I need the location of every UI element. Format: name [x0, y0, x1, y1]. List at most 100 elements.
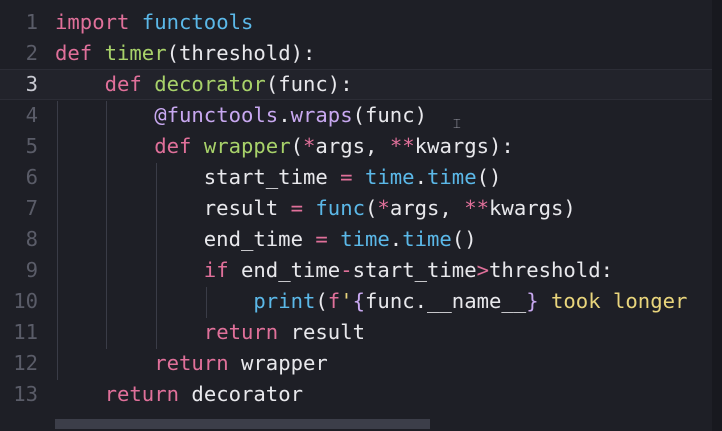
code-token: functools: [129, 10, 254, 34]
code-token: def: [55, 41, 93, 65]
line-number: 13: [13, 382, 38, 406]
line-code: end_time = time.time(): [55, 224, 477, 255]
line-number: 1: [25, 10, 38, 34]
code-token: *: [377, 196, 390, 220]
code-token: print: [253, 289, 316, 313]
code-token: return: [104, 382, 180, 406]
code-token: **: [464, 196, 490, 220]
code-token: import: [55, 10, 130, 34]
code-token: -: [340, 258, 353, 282]
code-token: (threshold):: [166, 41, 316, 65]
line-code: def wrapper(*args, **kwargs):: [55, 131, 514, 162]
code-token: >: [476, 258, 490, 282]
code-token: (): [476, 165, 502, 189]
code-token: *: [303, 134, 316, 158]
code-token: =: [290, 196, 303, 220]
indent-guide: [206, 287, 207, 318]
code-token: def: [104, 72, 142, 96]
line-number: 10: [13, 289, 38, 313]
code-token: wrapper: [203, 134, 291, 158]
code-token: result: [55, 196, 291, 220]
line-code: start_time = time.time(): [55, 162, 502, 193]
code-token: if: [203, 258, 229, 282]
code-token: (func):: [265, 72, 353, 96]
line-number: 2: [25, 41, 38, 65]
code-token: (: [315, 289, 328, 313]
code-token: (): [451, 227, 477, 251]
code-token: decorator: [179, 382, 304, 406]
code-token: wrapper: [228, 351, 328, 375]
code-token: (func): [352, 103, 428, 127]
line-code: print(f'{func.__name__} took longer: [55, 286, 687, 317]
line-number: 4: [25, 103, 38, 127]
text-cursor-icon: ⌶: [453, 117, 461, 132]
code-line[interactable]: 13 return decorator: [0, 379, 712, 410]
code-editor[interactable]: 1 import functools 2 def timer(threshold): 3…: [0, 0, 722, 431]
code-token: kwargs): [489, 196, 576, 220]
line-number: 7: [25, 196, 38, 220]
line-code: def timer(threshold):: [55, 38, 315, 69]
line-number: 11: [13, 320, 38, 344]
code-token: time: [340, 227, 390, 251]
line-code: @functools.wraps(func): [55, 100, 427, 131]
code-token: .: [414, 165, 427, 189]
code-token: return: [154, 351, 229, 375]
code-token: time: [364, 165, 415, 189]
code-token: }: [526, 289, 539, 313]
code-token: time: [427, 165, 477, 189]
code-token: end_time: [228, 258, 341, 282]
indent-guide: [57, 101, 58, 380]
code-token: kwargs):: [414, 134, 514, 158]
code-token: decorator: [154, 72, 266, 96]
line-code: return wrapper: [55, 348, 328, 379]
line-code: result = func(*args, **kwargs): [55, 193, 576, 224]
code-token: def: [154, 134, 192, 158]
code-token: .: [389, 227, 403, 251]
line-number: 5: [25, 134, 38, 158]
code-token: (: [365, 196, 378, 220]
code-line[interactable]: 3 def decorator(func):: [0, 69, 712, 100]
horizontal-scrollbar-thumb[interactable]: [55, 419, 430, 429]
code-token: timer: [104, 41, 167, 65]
code-token: return: [203, 320, 279, 344]
code-line[interactable]: 1 import functools: [0, 7, 712, 38]
line-number: 12: [13, 351, 38, 375]
code-token: start_time: [55, 165, 341, 189]
code-line[interactable]: 12 return wrapper: [0, 348, 712, 379]
code-token: threshold:: [489, 258, 614, 282]
line-number: 3: [25, 72, 38, 96]
indent-guide: [106, 101, 107, 349]
line-number: 9: [25, 258, 38, 282]
code-token: .: [278, 103, 291, 127]
line-code: def decorator(func):: [55, 70, 353, 99]
line-code: import functools: [55, 7, 253, 38]
vertical-scrollbar[interactable]: [712, 0, 722, 431]
code-line[interactable]: 2 def timer(threshold):: [0, 38, 712, 69]
code-token: took longer: [538, 289, 688, 313]
line-code: if end_time-start_time>threshold:: [55, 255, 613, 286]
code-token: result: [278, 320, 365, 344]
code-token: end_time: [55, 227, 316, 251]
code-token: f: [327, 289, 341, 313]
code-token: func.__name__: [365, 289, 527, 313]
code-token: @functools: [154, 103, 279, 127]
code-token: func: [315, 196, 365, 220]
code-token: =: [315, 227, 328, 251]
line-code: return decorator: [55, 379, 303, 410]
code-token: wraps: [290, 103, 353, 127]
indent-guide: [156, 163, 157, 349]
code-token: ': [340, 289, 353, 313]
